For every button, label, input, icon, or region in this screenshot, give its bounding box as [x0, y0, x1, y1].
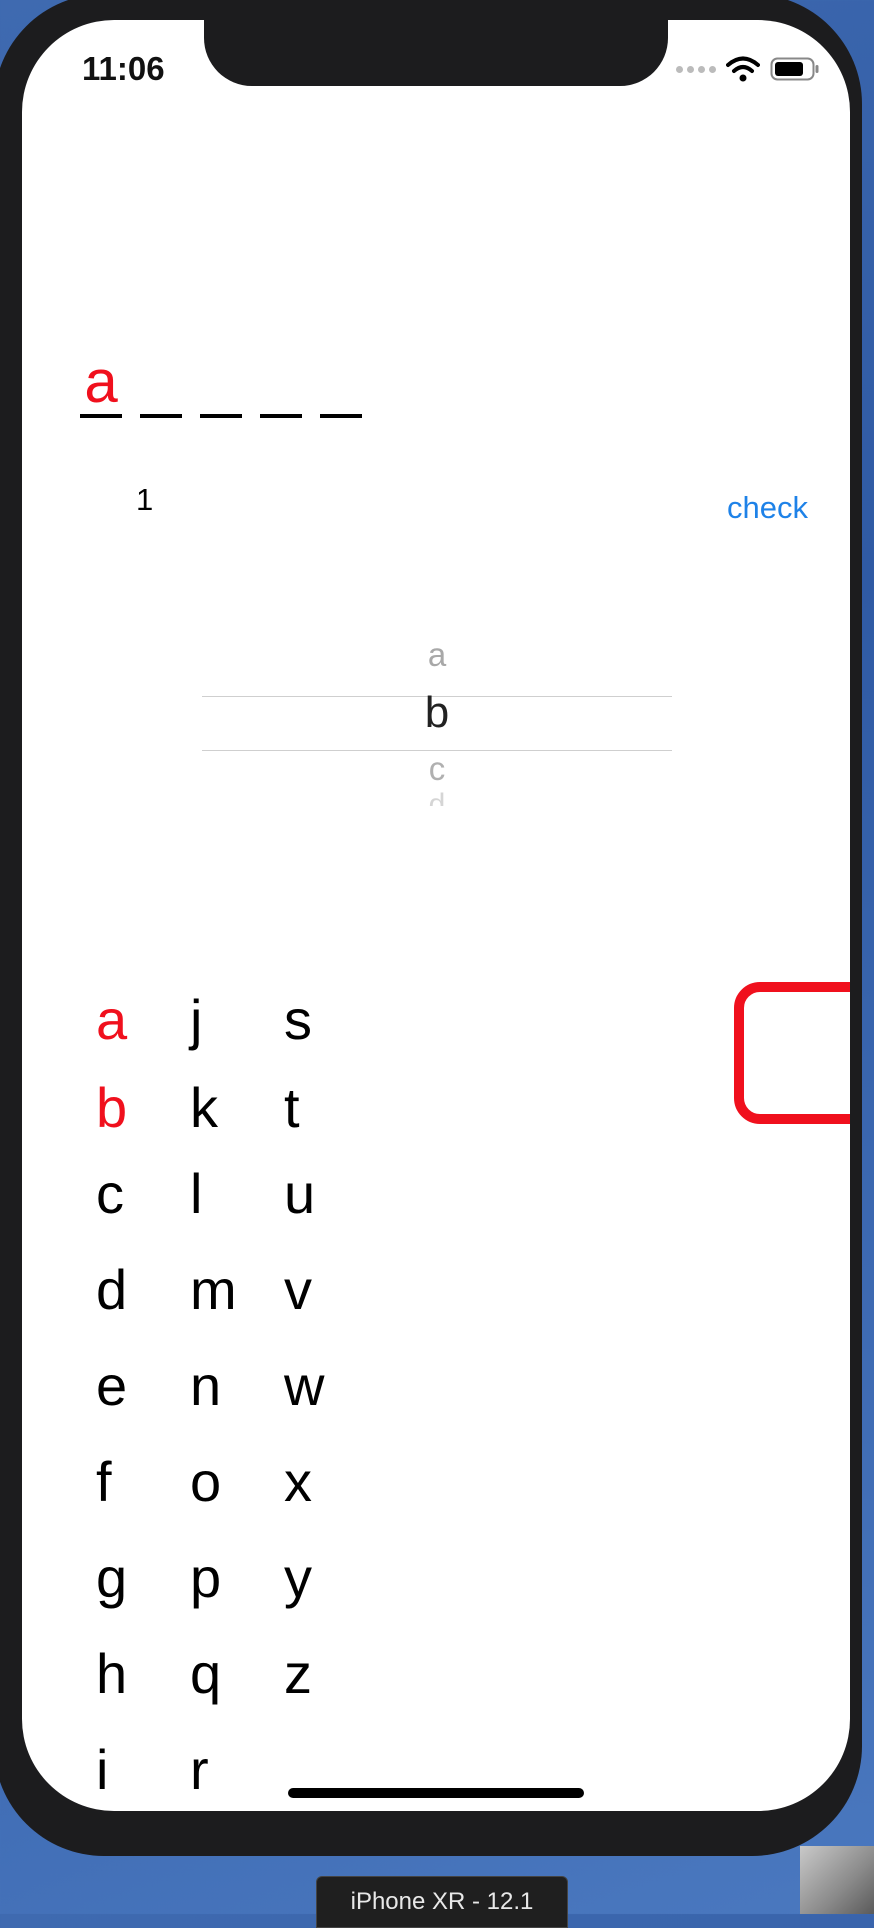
home-indicator[interactable]: [288, 1788, 584, 1798]
picker-option[interactable]: d: [202, 788, 672, 806]
alphabet-letter[interactable]: y: [284, 1550, 312, 1606]
alphabet-letter[interactable]: s: [284, 992, 312, 1048]
alphabet-letter[interactable]: u: [284, 1166, 315, 1222]
status-icons: [676, 56, 820, 82]
wifi-icon: [726, 56, 760, 82]
alphabet-letter[interactable]: q: [190, 1646, 221, 1702]
alphabet-letter[interactable]: w: [284, 1358, 324, 1414]
battery-icon: [770, 56, 820, 82]
device-notch: [204, 20, 668, 86]
alphabet-letter[interactable]: b: [96, 1080, 127, 1136]
alphabet-letter[interactable]: c: [96, 1166, 124, 1222]
alphabet-letter[interactable]: r: [190, 1742, 209, 1798]
letter-picker[interactable]: a b c d: [202, 620, 672, 820]
alphabet-letter[interactable]: g: [96, 1550, 127, 1606]
alphabet-letter[interactable]: f: [96, 1454, 112, 1510]
check-button[interactable]: check: [727, 490, 808, 526]
alphabet-letter[interactable]: l: [190, 1166, 202, 1222]
picker-option[interactable]: a: [202, 636, 672, 674]
picker-option[interactable]: c: [202, 750, 672, 788]
alphabet-letter[interactable]: h: [96, 1646, 127, 1702]
signal-dots-icon: [676, 65, 716, 73]
word-slot: [200, 350, 242, 418]
alphabet-letter[interactable]: p: [190, 1550, 221, 1606]
word-slot: a: [80, 350, 122, 418]
word-slot-letter: a: [84, 348, 118, 415]
alphabet-letter[interactable]: d: [96, 1262, 127, 1318]
attempt-counter: 1: [136, 482, 154, 517]
alphabet-letter[interactable]: n: [190, 1358, 221, 1414]
drop-target-box[interactable]: [734, 982, 850, 1124]
picker-selected-option[interactable]: b: [202, 688, 672, 738]
word-slot: [140, 350, 182, 418]
alphabet-letter[interactable]: o: [190, 1454, 221, 1510]
alphabet-letter[interactable]: m: [190, 1262, 237, 1318]
alphabet-letter[interactable]: z: [284, 1646, 312, 1702]
alphabet-letter[interactable]: k: [190, 1080, 218, 1136]
device-frame: 11:06 a 1 check a b c d a b c d e f g h …: [0, 0, 862, 1856]
alphabet-letter[interactable]: e: [96, 1358, 127, 1414]
thumbnail-image: [800, 1846, 874, 1914]
status-time: 11:06: [82, 50, 165, 87]
simulator-device-label: iPhone XR - 12.1: [316, 1876, 568, 1928]
word-slots: a: [80, 350, 362, 418]
alphabet-letter[interactable]: x: [284, 1454, 312, 1510]
app-screen: 11:06 a 1 check a b c d a b c d e f g h …: [22, 20, 850, 1811]
word-slot: [260, 350, 302, 418]
alphabet-letter[interactable]: i: [96, 1742, 108, 1798]
word-slot: [320, 350, 362, 418]
alphabet-letter[interactable]: t: [284, 1080, 300, 1136]
alphabet-letter[interactable]: v: [284, 1262, 312, 1318]
alphabet-letter[interactable]: a: [96, 992, 127, 1048]
alphabet-letter[interactable]: j: [190, 992, 202, 1048]
